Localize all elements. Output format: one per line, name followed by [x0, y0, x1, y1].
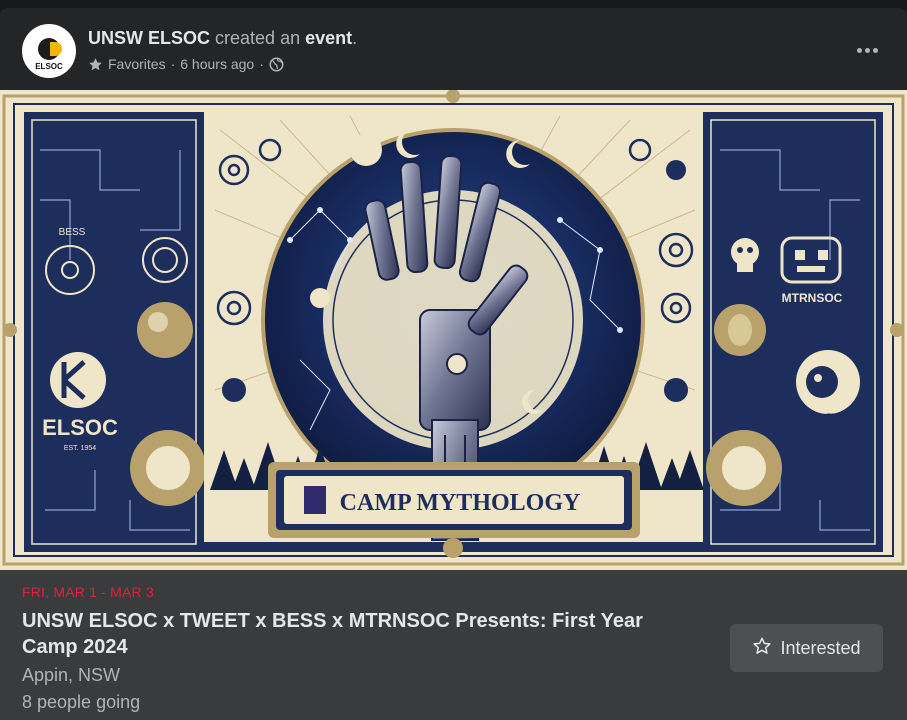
elsoc-banner-logo: ELSOC	[42, 415, 118, 440]
tweet-banner-label: TWEET	[818, 414, 839, 420]
globe-icon[interactable]	[269, 57, 284, 72]
event-title[interactable]: UNSW ELSOC x TWEET x BESS x MTRNSOC Pres…	[22, 608, 702, 660]
event-post-card: ELSOC UNSW ELSOC created an event. Favor…	[0, 8, 907, 720]
action-prefix: created an	[215, 28, 301, 48]
banner-heading: CAMP MYTHOLOGY	[340, 490, 581, 516]
event-cover-image[interactable]: BESS ELSOC EST. 1954 MTRNSOC TWEET CAMP …	[0, 90, 907, 570]
bess-banner-label: BESS	[59, 227, 86, 238]
author-name[interactable]: UNSW ELSOC	[88, 28, 210, 48]
action-suffix: .	[352, 28, 358, 48]
action-object[interactable]: event	[305, 28, 352, 48]
attendee-count[interactable]: 8 people going	[22, 692, 140, 713]
interested-label: Interested	[780, 637, 861, 658]
star-icon	[88, 57, 103, 72]
audience-label[interactable]: Favorites	[108, 56, 166, 72]
more-options-icon[interactable]	[849, 32, 885, 68]
post-title-line: UNSW ELSOC created an event.	[88, 28, 357, 49]
avatar[interactable]: ELSOC	[22, 24, 76, 78]
elsoc-logo-icon	[38, 37, 62, 60]
event-date: FRI, MAR 1 - MAR 3	[22, 584, 154, 600]
post-header: ELSOC UNSW ELSOC created an event. Favor…	[0, 8, 907, 90]
elsoc-banner-est: EST. 1954	[64, 445, 96, 452]
interested-button[interactable]: Interested	[730, 624, 883, 672]
timestamp[interactable]: 6 hours ago	[180, 56, 254, 72]
star-outline-icon	[752, 636, 772, 661]
avatar-label: ELSOC	[35, 61, 63, 71]
mtrnsoc-banner-logo: MTRNSOC	[782, 291, 843, 305]
post-meta: Favorites · 6 hours ago ·	[88, 56, 284, 72]
meta-separator-1: ·	[170, 56, 176, 72]
meta-separator-2: ·	[259, 56, 264, 72]
event-location: Appin, NSW	[22, 665, 121, 685]
event-details[interactable]: FRI, MAR 1 - MAR 3 UNSW ELSOC x TWEET x …	[0, 570, 907, 720]
